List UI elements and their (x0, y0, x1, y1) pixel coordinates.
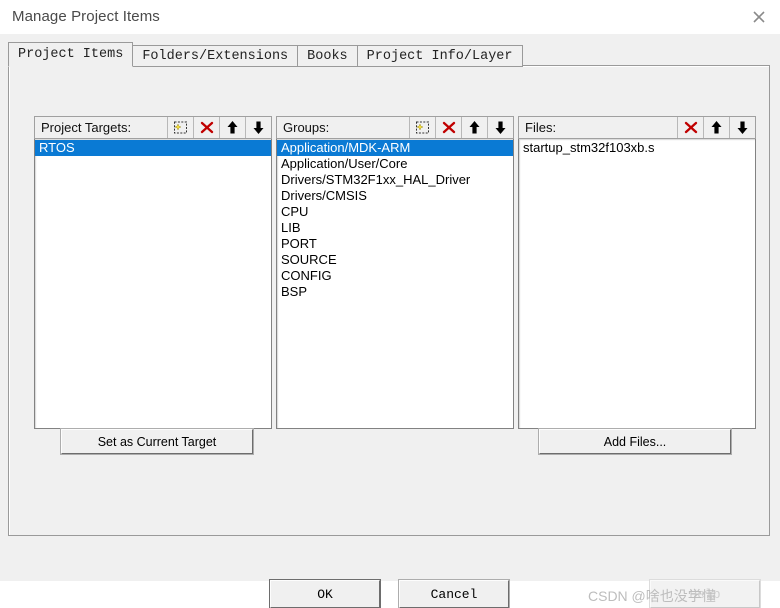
project-targets-listbox[interactable]: RTOS (34, 139, 272, 429)
groups-listbox[interactable]: Application/MDK-ARM Application/User/Cor… (276, 139, 514, 429)
move-down-icon[interactable] (487, 117, 513, 138)
dialog-body: Project Items Folders/Extensions Books P… (0, 34, 780, 608)
list-item[interactable]: RTOS (35, 140, 271, 156)
list-item[interactable]: Drivers/STM32F1xx_HAL_Driver (277, 172, 513, 188)
list-item[interactable]: Application/User/Core (277, 156, 513, 172)
list-item[interactable]: LIB (277, 220, 513, 236)
list-item[interactable]: Application/MDK-ARM (277, 140, 513, 156)
move-up-icon[interactable] (219, 117, 245, 138)
tab-folders-extensions[interactable]: Folders/Extensions (132, 45, 299, 67)
groups-label: Groups: (283, 120, 330, 135)
close-icon[interactable] (746, 6, 772, 28)
move-down-icon[interactable] (729, 117, 755, 138)
new-item-icon[interactable] (167, 117, 193, 138)
move-up-icon[interactable] (461, 117, 487, 138)
move-up-icon[interactable] (703, 117, 729, 138)
move-down-icon[interactable] (245, 117, 271, 138)
cancel-button[interactable]: Cancel (399, 580, 509, 608)
tab-strip: Project Items Folders/Extensions Books P… (8, 42, 523, 67)
window-title: Manage Project Items (12, 8, 160, 25)
tab-project-info-layer[interactable]: Project Info/Layer (356, 45, 523, 67)
delete-icon[interactable] (193, 117, 219, 138)
files-header: Files: (518, 116, 756, 139)
project-targets-label: Project Targets: (41, 120, 132, 135)
groups-panel: Groups: Application/MDK-ARM Application/… (276, 116, 514, 429)
files-panel: Files: startup_stm32f103xb.s (518, 116, 756, 429)
groups-header: Groups: (276, 116, 514, 139)
list-item[interactable]: CPU (277, 204, 513, 220)
list-item[interactable]: BSP (277, 284, 513, 300)
list-item[interactable]: Drivers/CMSIS (277, 188, 513, 204)
delete-icon[interactable] (435, 117, 461, 138)
files-listbox[interactable]: startup_stm32f103xb.s (518, 139, 756, 429)
project-targets-header: Project Targets: (34, 116, 272, 139)
list-item[interactable]: PORT (277, 236, 513, 252)
tab-project-items[interactable]: Project Items (8, 42, 134, 67)
project-targets-panel: Project Targets: RTOS (34, 116, 272, 429)
ok-button[interactable]: OK (270, 580, 380, 608)
add-files-button[interactable]: Add Files... (539, 429, 731, 454)
list-item[interactable]: startup_stm32f103xb.s (519, 140, 755, 156)
files-label: Files: (525, 120, 557, 135)
window-titlebar: Manage Project Items (0, 0, 780, 35)
set-as-current-target-button[interactable]: Set as Current Target (61, 429, 253, 454)
new-item-icon[interactable] (409, 117, 435, 138)
list-item[interactable]: SOURCE (277, 252, 513, 268)
tab-content-panel: Project Targets: RTOS Groups: Applicatio… (8, 65, 770, 536)
delete-icon[interactable] (677, 117, 703, 138)
tab-books[interactable]: Books (297, 45, 358, 67)
help-button[interactable]: Help (650, 580, 760, 608)
list-item[interactable]: CONFIG (277, 268, 513, 284)
